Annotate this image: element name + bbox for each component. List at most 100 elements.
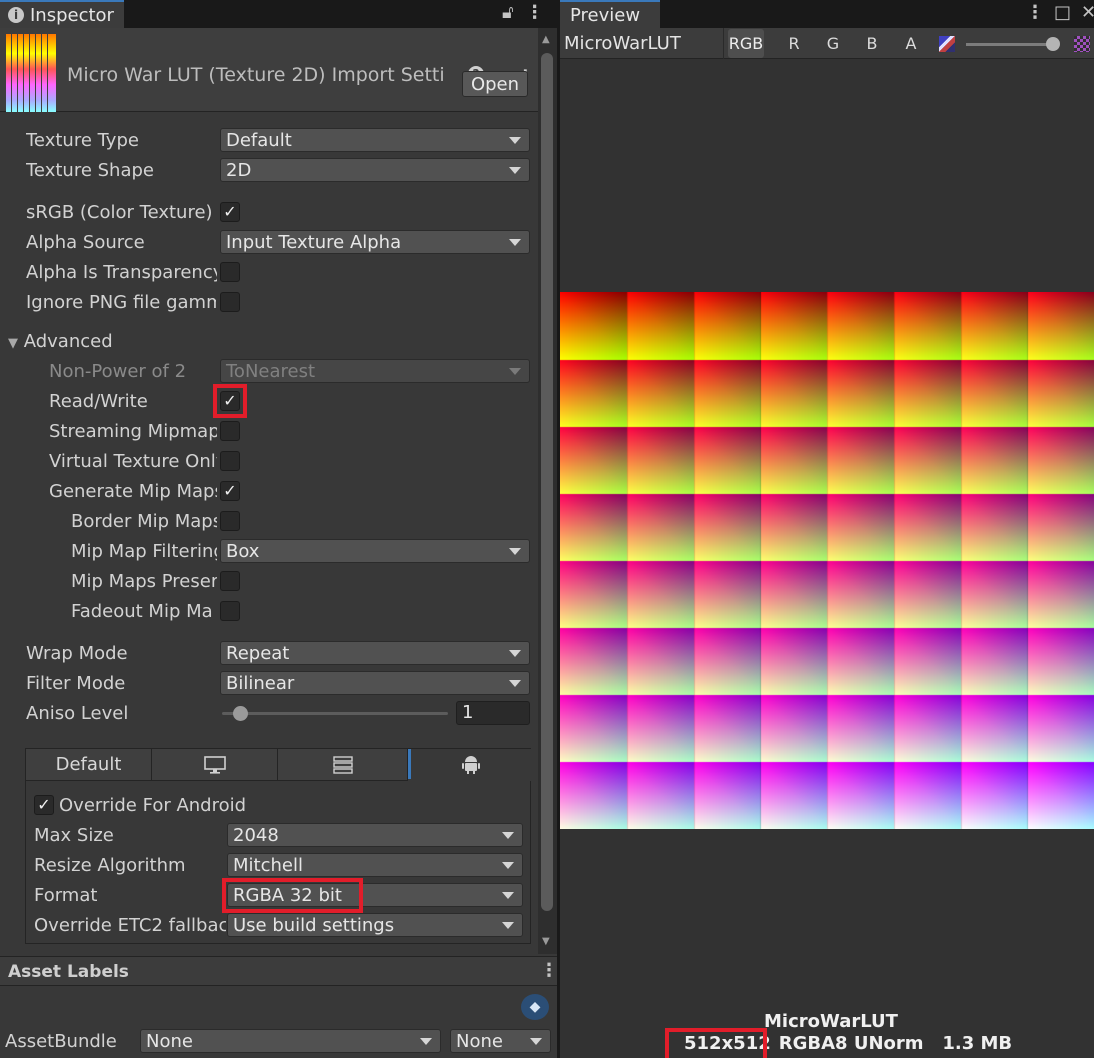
open-button[interactable]: Open	[462, 71, 528, 97]
inspector-panel: i Inspector 🔓︎ ⋮ Micro War LUT (Texture …	[0, 0, 557, 1058]
chevron-down-icon	[509, 137, 521, 144]
assetbundle-name-dropdown[interactable]: None	[140, 1029, 441, 1053]
mip-map-filtering-value: Box	[226, 540, 260, 562]
kebab-menu-icon[interactable]: ⋮	[526, 2, 544, 23]
platform-settings-box: Default ✓ Override For Android Max Size …	[25, 748, 531, 944]
tab-platform-default[interactable]: Default	[26, 749, 152, 781]
scroll-thumb[interactable]	[541, 53, 553, 911]
aniso-level-slider-knob[interactable]	[233, 706, 248, 721]
asset-labels-title: Asset Labels	[8, 962, 129, 982]
non-power-of-2-dropdown: ToNearest	[220, 359, 530, 383]
filter-mode-value: Bilinear	[226, 672, 295, 694]
aniso-level-label: Aniso Level	[26, 703, 129, 724]
virtual-texture-only-label: Virtual Texture Only	[49, 451, 217, 472]
max-size-dropdown[interactable]: 2048	[227, 823, 523, 847]
kebab-menu-icon[interactable]: ⋮	[1026, 2, 1044, 23]
chevron-down-icon	[509, 548, 521, 555]
alpha-source-label: Alpha Source	[26, 232, 145, 253]
info-icon: i	[8, 7, 24, 23]
non-power-of-2-value: ToNearest	[226, 360, 316, 382]
mip-level-slider-track[interactable]	[966, 43, 1058, 46]
tab-preview-label: Preview	[570, 4, 641, 26]
assetbundle-variant-dropdown[interactable]: None	[450, 1029, 551, 1053]
tag-icon[interactable]: ◆	[521, 994, 549, 1020]
ignore-png-gamma-checkbox[interactable]	[220, 292, 240, 312]
texture-type-dropdown[interactable]: Default	[220, 128, 530, 152]
fadeout-mip-maps-checkbox[interactable]	[220, 601, 240, 621]
asset-labels-header[interactable]: Asset Labels ⋮	[0, 956, 557, 986]
generate-mip-maps-checkbox[interactable]: ✓	[220, 481, 240, 501]
mip-level-slider-knob[interactable]	[1046, 37, 1060, 51]
resize-algorithm-value: Mitchell	[233, 854, 303, 876]
inspector-scrollbar[interactable]: ▲ ▼	[538, 28, 557, 954]
max-size-value: 2048	[233, 824, 279, 846]
texture-shape-dropdown[interactable]: 2D	[220, 158, 530, 182]
alpha-source-dropdown[interactable]: Input Texture Alpha	[220, 230, 530, 254]
texture-shape-value: 2D	[226, 159, 252, 181]
virtual-texture-only-checkbox[interactable]	[220, 451, 240, 471]
preview-asset-name: MicroWarLUT	[564, 33, 681, 54]
lock-icon[interactable]: 🔓︎	[502, 2, 514, 23]
chevron-down-icon	[509, 680, 521, 687]
scroll-down-icon[interactable]: ▼	[542, 936, 550, 947]
filter-mode-label: Filter Mode	[26, 673, 126, 694]
tab-inspector[interactable]: i Inspector	[0, 0, 124, 28]
inspector-tabbar: i Inspector 🔓︎ ⋮	[0, 0, 557, 28]
override-android-checkbox[interactable]: ✓	[34, 795, 54, 815]
wrap-mode-dropdown[interactable]: Repeat	[220, 641, 530, 665]
mip-maps-preserve-checkbox[interactable]	[220, 571, 240, 591]
server-icon	[332, 755, 353, 774]
read-write-label: Read/Write	[49, 391, 148, 412]
preview-info-name: MicroWarLUT	[764, 1011, 898, 1032]
header-title: Micro War LUT (Texture 2D) Import Setti	[67, 64, 445, 86]
streaming-mipmaps-label: Streaming Mipmaps	[49, 421, 217, 442]
wrap-mode-label: Wrap Mode	[26, 643, 128, 664]
assetbundle-variant-value: None	[456, 1030, 503, 1052]
aniso-level-slider-track[interactable]	[222, 712, 448, 715]
chevron-down-icon	[509, 650, 521, 657]
border-mip-maps-checkbox[interactable]	[220, 511, 240, 531]
srgb-checkbox[interactable]: ✓	[220, 202, 240, 222]
chevron-down-icon	[502, 892, 514, 899]
channel-button-b[interactable]: B	[854, 29, 890, 58]
advanced-foldout[interactable]: ▼ Advanced	[8, 331, 113, 352]
channel-button-g[interactable]: G	[815, 29, 851, 58]
maximize-icon[interactable]: □	[1054, 2, 1071, 23]
format-highlight	[222, 878, 363, 913]
alpha-is-transparency-checkbox[interactable]	[220, 262, 240, 282]
etc2-fallback-dropdown[interactable]: Use build settings	[227, 913, 523, 937]
etc2-fallback-value: Use build settings	[233, 914, 395, 936]
mip-maps-preserve-label: Mip Maps Preser	[71, 571, 217, 592]
aniso-level-field[interactable]: 1	[456, 701, 530, 725]
resize-algorithm-dropdown[interactable]: Mitchell	[227, 853, 523, 877]
non-power-of-2-label: Non-Power of 2	[49, 361, 187, 382]
close-icon[interactable]: ✕	[1081, 2, 1094, 23]
preview-info-format: RGBA8 UNorm	[778, 1033, 924, 1054]
tab-platform-android[interactable]	[411, 749, 531, 781]
tab-preview[interactable]: Preview	[560, 0, 660, 28]
tab-platform-server[interactable]	[278, 749, 408, 781]
texture-shape-label: Texture Shape	[26, 160, 154, 181]
chevron-down-icon	[502, 862, 514, 869]
import-settings-header: Micro War LUT (Texture 2D) Import Setti …	[0, 28, 538, 112]
ignore-png-gamma-label: Ignore PNG file gamm	[26, 292, 216, 313]
chevron-down-icon	[502, 922, 514, 929]
tab-platform-standalone[interactable]	[152, 749, 278, 781]
channel-button-a[interactable]: A	[893, 29, 929, 58]
chevron-down-icon	[509, 368, 521, 375]
scroll-up-icon[interactable]: ▲	[542, 34, 550, 45]
filter-mode-dropdown[interactable]: Bilinear	[220, 671, 530, 695]
channel-button-r[interactable]: R	[776, 29, 812, 58]
toolbar-separator	[723, 28, 724, 59]
inspector-tab-icons: 🔓︎ ⋮	[502, 2, 544, 23]
streaming-mipmaps-checkbox[interactable]	[220, 421, 240, 441]
channel-button-rgb[interactable]: RGB	[728, 29, 764, 58]
read-write-highlight	[213, 384, 247, 418]
mip-map-filtering-label: Mip Map Filtering	[71, 541, 217, 562]
mip-map-filtering-dropdown[interactable]: Box	[220, 539, 530, 563]
fadeout-mip-maps-label: Fadeout Mip Ma	[71, 601, 213, 622]
etc2-fallback-label: Override ETC2 fallback	[34, 915, 226, 936]
android-icon	[462, 756, 480, 774]
kebab-menu-icon[interactable]: ⋮	[540, 960, 557, 981]
chevron-down-icon	[530, 1038, 542, 1045]
